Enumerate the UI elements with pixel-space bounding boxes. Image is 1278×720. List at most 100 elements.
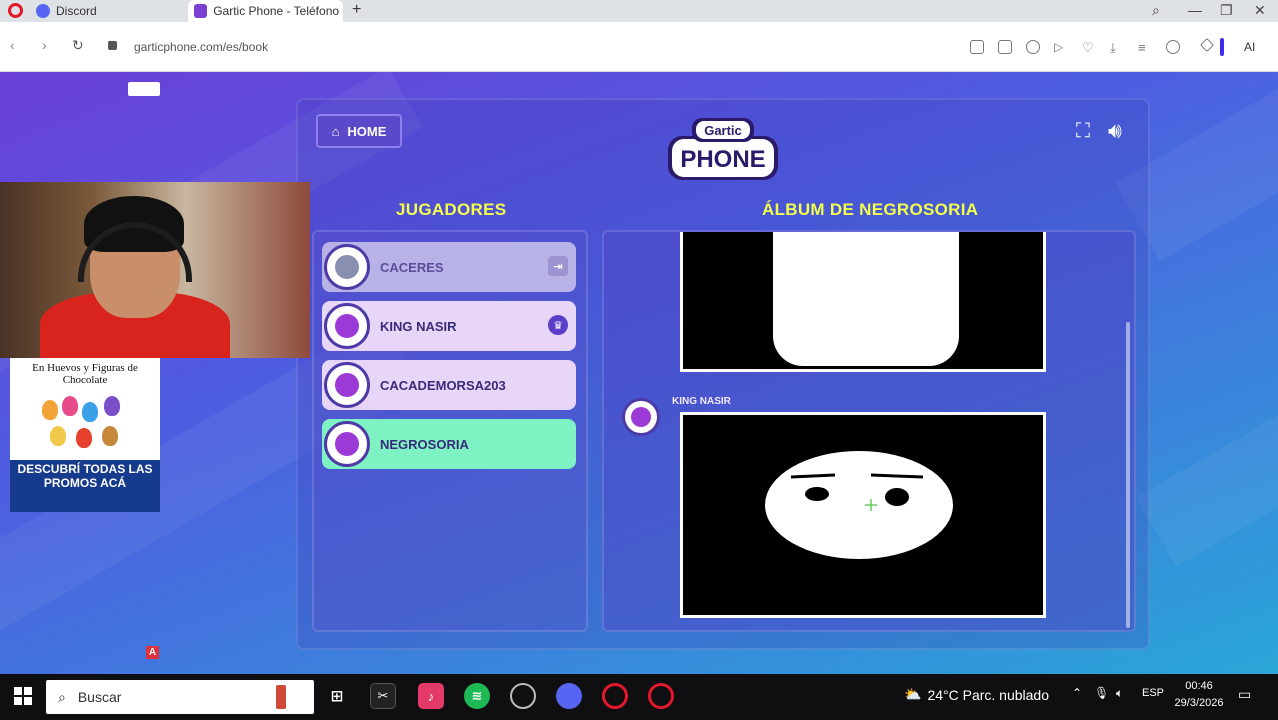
menu-icon[interactable]: ≡ <box>1138 40 1152 55</box>
tiktok-icon[interactable]: ♪ <box>418 683 444 709</box>
new-tab-icon[interactable]: + <box>352 1 361 19</box>
shield-icon[interactable] <box>1026 40 1040 54</box>
crown-icon: ♛ <box>548 315 568 335</box>
minimize-icon[interactable]: — <box>1188 2 1202 18</box>
profile-icon[interactable] <box>1166 40 1180 54</box>
ad-cta: DESCUBRÍ TODAS LAS PROMOS ACÁ <box>17 462 153 490</box>
egg-image <box>82 402 98 422</box>
camera-icon[interactable] <box>998 40 1012 54</box>
opera-icon[interactable] <box>648 683 674 709</box>
gartic-phone-logo: Gartic PHONE <box>668 118 778 180</box>
volume-icon[interactable]: 🔊︎ <box>1108 118 1122 144</box>
discord-taskbar-icon[interactable] <box>556 683 582 709</box>
close-window-icon[interactable]: ✕ <box>1254 2 1266 19</box>
obs-icon[interactable] <box>510 683 536 709</box>
tab-label: Gartic Phone - Teléfono D <box>213 4 343 18</box>
clock[interactable]: 00:46 29/3/2026 <box>1170 678 1228 712</box>
clock-time: 00:46 <box>1185 680 1213 692</box>
home-button[interactable]: ⌂ HOME <box>316 114 402 148</box>
home-icon: ⌂ <box>331 123 340 139</box>
ad-image: En Huevos y Figuras de Chocolate <box>10 358 160 460</box>
opera-gx-icon[interactable] <box>602 683 628 709</box>
drawing-shape <box>773 232 959 366</box>
tab-discord[interactable]: Discord <box>30 0 180 22</box>
windows-start-icon[interactable] <box>14 687 32 705</box>
player-card-negrosoria[interactable]: NEGROSORIA <box>322 419 576 469</box>
egg-image <box>102 426 118 446</box>
cube-icon[interactable] <box>1199 37 1215 53</box>
search-icon: ⌕ <box>58 688 66 705</box>
url-field[interactable]: garticphone.com/es/book <box>134 40 268 54</box>
search-highlight-icon <box>276 685 286 709</box>
tab-gartic-phone[interactable]: Gartic Phone - Teléfono D <box>188 0 343 22</box>
ai-button[interactable]: AI <box>1244 40 1255 54</box>
logo-top-text: Gartic <box>704 123 742 138</box>
exit-icon[interactable]: ⇥ <box>548 256 568 276</box>
egg-image <box>76 428 92 448</box>
heart-icon[interactable]: ♡ <box>1082 40 1096 55</box>
gartic-favicon-icon <box>194 4 208 18</box>
egg-image <box>42 400 58 420</box>
player-card-king-nasir[interactable]: KING NASIR ♛ <box>322 301 576 351</box>
spotify-icon[interactable]: ≋ <box>464 683 490 709</box>
weather-text: 24°C Parc. nublado <box>927 686 1050 703</box>
forward-icon[interactable]: › <box>42 37 47 53</box>
author-avatar <box>622 398 660 436</box>
restore-icon[interactable]: ❐ <box>1220 2 1233 19</box>
drawing-author: KING NASIR <box>672 396 731 407</box>
background-stripe <box>1136 377 1278 567</box>
back-icon[interactable]: ‹ <box>10 37 15 53</box>
player-name: CACADEMORSA203 <box>380 377 506 393</box>
notifications-icon[interactable]: ▭ <box>1238 686 1251 703</box>
microphone-icon[interactable]: 🎙︎ <box>1094 686 1109 700</box>
player-name: KING NASIR <box>380 318 457 334</box>
egg-image <box>104 396 120 416</box>
egg-image <box>50 426 66 446</box>
drawing-previous <box>680 232 1046 372</box>
player-avatar <box>324 421 370 467</box>
player-avatar <box>324 244 370 290</box>
edit-icon[interactable] <box>970 40 984 54</box>
player-avatar <box>324 362 370 408</box>
home-label: HOME <box>347 123 387 139</box>
promo-ad[interactable]: En Huevos y Figuras de Chocolate DESCUBR… <box>10 358 160 512</box>
search-placeholder: Buscar <box>77 689 122 705</box>
play-icon[interactable]: ▷ <box>1054 40 1068 54</box>
sidebar-indicator <box>1220 38 1224 56</box>
task-view-icon[interactable]: ⊞ <box>324 683 350 709</box>
overlay-controls[interactable] <box>128 82 160 96</box>
lock-icon <box>108 41 117 50</box>
taskbar-search[interactable]: ⌕ Buscar <box>46 680 314 714</box>
reload-icon[interactable]: ↻ <box>72 37 84 54</box>
weather-icon: ⛅ <box>904 686 922 702</box>
download-icon[interactable]: ⤓ <box>1110 40 1124 55</box>
ad-title: En Huevos y Figuras de Chocolate <box>32 362 138 386</box>
player-avatar <box>324 303 370 349</box>
album-viewer[interactable]: KING NASIR <box>602 230 1136 632</box>
players-heading: JUGADORES <box>396 200 507 219</box>
player-name: NEGROSORIA <box>380 436 469 452</box>
logo-bottom-text: PHONE <box>680 146 765 173</box>
player-name: CACERES <box>380 259 444 275</box>
a-badge[interactable]: A <box>146 646 159 659</box>
taskbar: ⌕ Buscar ⊞ ✂ ♪ ≋ ⛅ 24°C Parc. nublado ⌃ … <box>0 674 1278 720</box>
album-scrollbar[interactable] <box>1126 322 1130 628</box>
tab-label: Discord <box>56 4 97 18</box>
face-drawing <box>765 451 953 559</box>
search-tabs-icon[interactable]: ⌕ <box>1152 2 1160 19</box>
browser-tab-bar: Discord Gartic Phone - Teléfono D + ⌕ — … <box>0 0 1278 22</box>
address-bar: ‹ › ↻ garticphone.com/es/book ▷ ♡ ⤓ ≡ AI <box>0 22 1278 72</box>
speaker-icon[interactable]: 🔈︎ <box>1116 686 1123 701</box>
tray-chevron-icon[interactable]: ⌃ <box>1072 686 1082 700</box>
album-heading: ÁLBUM DE NEGROSORIA <box>762 200 979 219</box>
capcut-icon[interactable]: ✂ <box>370 683 396 709</box>
weather-widget[interactable]: ⛅ 24°C Parc. nublado <box>904 686 1049 703</box>
drawing-current <box>680 412 1046 618</box>
fullscreen-icon[interactable]: ⛶ <box>1076 120 1090 143</box>
player-card-cacademorsa203[interactable]: CACADEMORSA203 <box>322 360 576 410</box>
language-indicator[interactable]: ESP <box>1142 687 1164 699</box>
clock-date: 29/3/2026 <box>1174 697 1224 709</box>
egg-image <box>62 396 78 416</box>
opera-logo-icon[interactable] <box>8 3 23 18</box>
player-card-caceres[interactable]: CACERES ⇥ <box>322 242 576 292</box>
